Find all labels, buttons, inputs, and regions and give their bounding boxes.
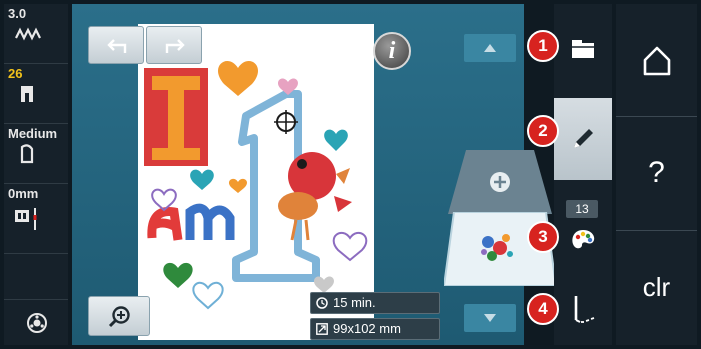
presser-foot-value: 26 <box>8 66 23 81</box>
foot-pressure-icon <box>20 144 34 164</box>
scroll-up-button[interactable] <box>464 34 516 62</box>
info-button[interactable]: i <box>373 32 411 70</box>
redo-button[interactable] <box>146 26 202 64</box>
color-count-badge: 13 <box>566 200 598 218</box>
scroll-down-button[interactable] <box>464 304 516 332</box>
foot-pressure-value: Medium <box>8 126 58 141</box>
presser-foot-icon <box>21 86 33 102</box>
bobbin-cell[interactable] <box>4 299 68 345</box>
clock-icon <box>316 297 328 309</box>
zoom-in-icon <box>108 306 130 328</box>
add-layer-card[interactable] <box>448 150 552 214</box>
zigzag-stitch-icon <box>15 27 41 41</box>
callout-badge-3: 3 <box>527 221 559 253</box>
edit-tool[interactable] <box>554 98 612 180</box>
callout-badge-2: 2 <box>527 115 559 147</box>
embroidery-start-tool[interactable] <box>554 274 612 346</box>
presser-foot-cell[interactable]: 26 <box>4 64 68 124</box>
resize-icon <box>316 323 328 335</box>
design-size-text: 99x102 mm <box>333 321 401 336</box>
callout-badge-4: 4 <box>527 293 559 325</box>
zoom-button[interactable] <box>88 296 150 336</box>
embroidery-start-icon <box>574 296 595 323</box>
stitch-time-box: 15 min. <box>310 292 440 314</box>
home-icon <box>643 46 671 76</box>
arrow-up-icon <box>484 44 496 52</box>
status-column: 3.0 26 Medium 0mm <box>4 4 68 345</box>
design-size-box: 99x102 mm <box>310 318 440 340</box>
help-label: ? <box>648 156 665 189</box>
clear-button[interactable]: clr <box>616 232 697 345</box>
callout-badge-1: 1 <box>527 30 559 62</box>
redo-icon <box>165 39 185 53</box>
system-column: ? clr <box>616 4 697 345</box>
status-empty-cell <box>4 254 68 299</box>
touchscreen-frame: 3.0 26 Medium 0mm i 15 min. 99x102 mm 13… <box>0 0 701 349</box>
color-palette-icon <box>572 230 595 249</box>
tool-column <box>554 4 612 345</box>
folder-icon <box>572 40 594 58</box>
home-button[interactable] <box>616 4 697 117</box>
clear-label: clr <box>642 272 671 302</box>
undo-icon <box>107 39 127 53</box>
stitch-width-cell[interactable]: 3.0 <box>4 4 68 64</box>
help-button[interactable]: ? <box>616 118 697 231</box>
bobbin-icon <box>27 313 47 333</box>
stitch-width-value: 3.0 <box>8 6 27 21</box>
undo-button[interactable] <box>88 26 144 64</box>
foot-pressure-cell[interactable]: Medium <box>4 124 68 184</box>
arrow-down-icon <box>484 314 496 322</box>
needle-position-icon <box>15 208 37 230</box>
needle-offset-value: 0mm <box>8 186 39 201</box>
stitch-time-text: 15 min. <box>333 295 376 310</box>
open-file-tool[interactable] <box>554 14 612 86</box>
pencil-icon <box>574 129 593 148</box>
needle-position-cell[interactable]: 0mm <box>4 184 68 254</box>
